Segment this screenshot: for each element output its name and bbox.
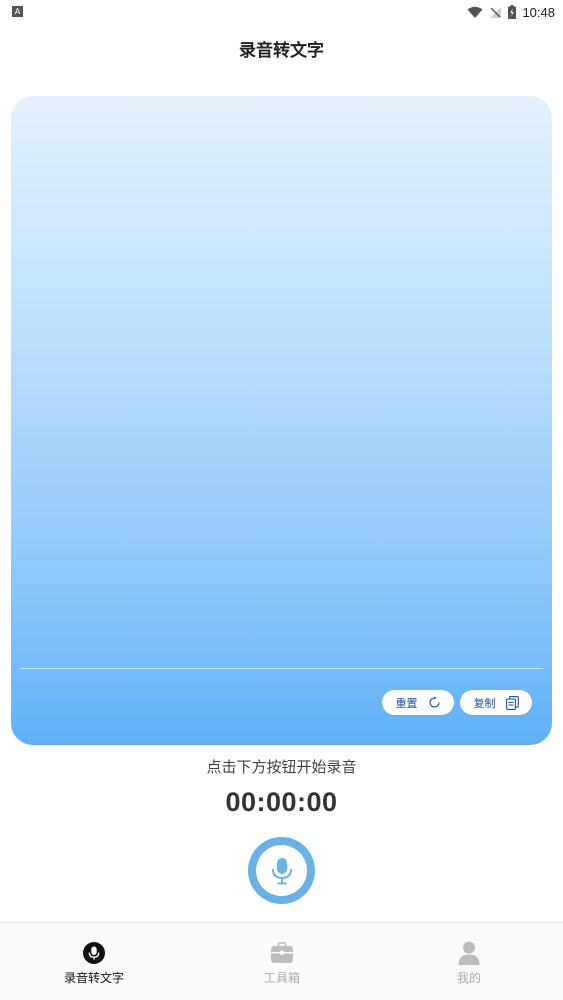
- reset-label: 重置: [395, 696, 418, 710]
- mic-icon: [83, 942, 105, 964]
- nav-item-tools[interactable]: 工具箱: [222, 941, 342, 986]
- page-title: 录音转文字: [239, 41, 324, 61]
- status-time: 10:48: [522, 4, 555, 20]
- nav-label-mine: 我的: [456, 971, 481, 985]
- notification-icon: A: [12, 6, 23, 17]
- status-right: 10:48: [467, 3, 555, 21]
- record-timer: 00:00:00: [225, 787, 338, 817]
- nav-label-record: 录音转文字: [63, 971, 124, 985]
- no-signal-icon: [490, 6, 502, 18]
- toolbox-icon: [271, 942, 293, 963]
- nav-item-mine[interactable]: 我的: [409, 941, 529, 986]
- nav-item-record[interactable]: 录音转文字: [34, 941, 154, 986]
- battery-charging-icon: [508, 5, 517, 19]
- reset-button[interactable]: 重置: [382, 690, 454, 715]
- bottom-nav: 录音转文字 工具箱 我的: [0, 922, 563, 1000]
- status-bar: A 10:48: [0, 0, 563, 24]
- copy-button[interactable]: 复制: [460, 690, 532, 715]
- copy-label: 复制: [473, 696, 496, 710]
- mic-icon: [271, 857, 292, 884]
- record-button-inner: [256, 845, 307, 896]
- transcript-card: 重置 复制: [11, 96, 552, 745]
- record-hint: 点击下方按钮开始录音: [206, 758, 357, 776]
- copy-icon: [505, 695, 519, 710]
- record-button[interactable]: [248, 837, 315, 904]
- person-icon: [458, 941, 480, 965]
- nav-label-tools: 工具箱: [263, 971, 300, 985]
- card-divider: [20, 668, 543, 669]
- wifi-icon: [467, 6, 483, 18]
- refresh-icon: [428, 696, 440, 708]
